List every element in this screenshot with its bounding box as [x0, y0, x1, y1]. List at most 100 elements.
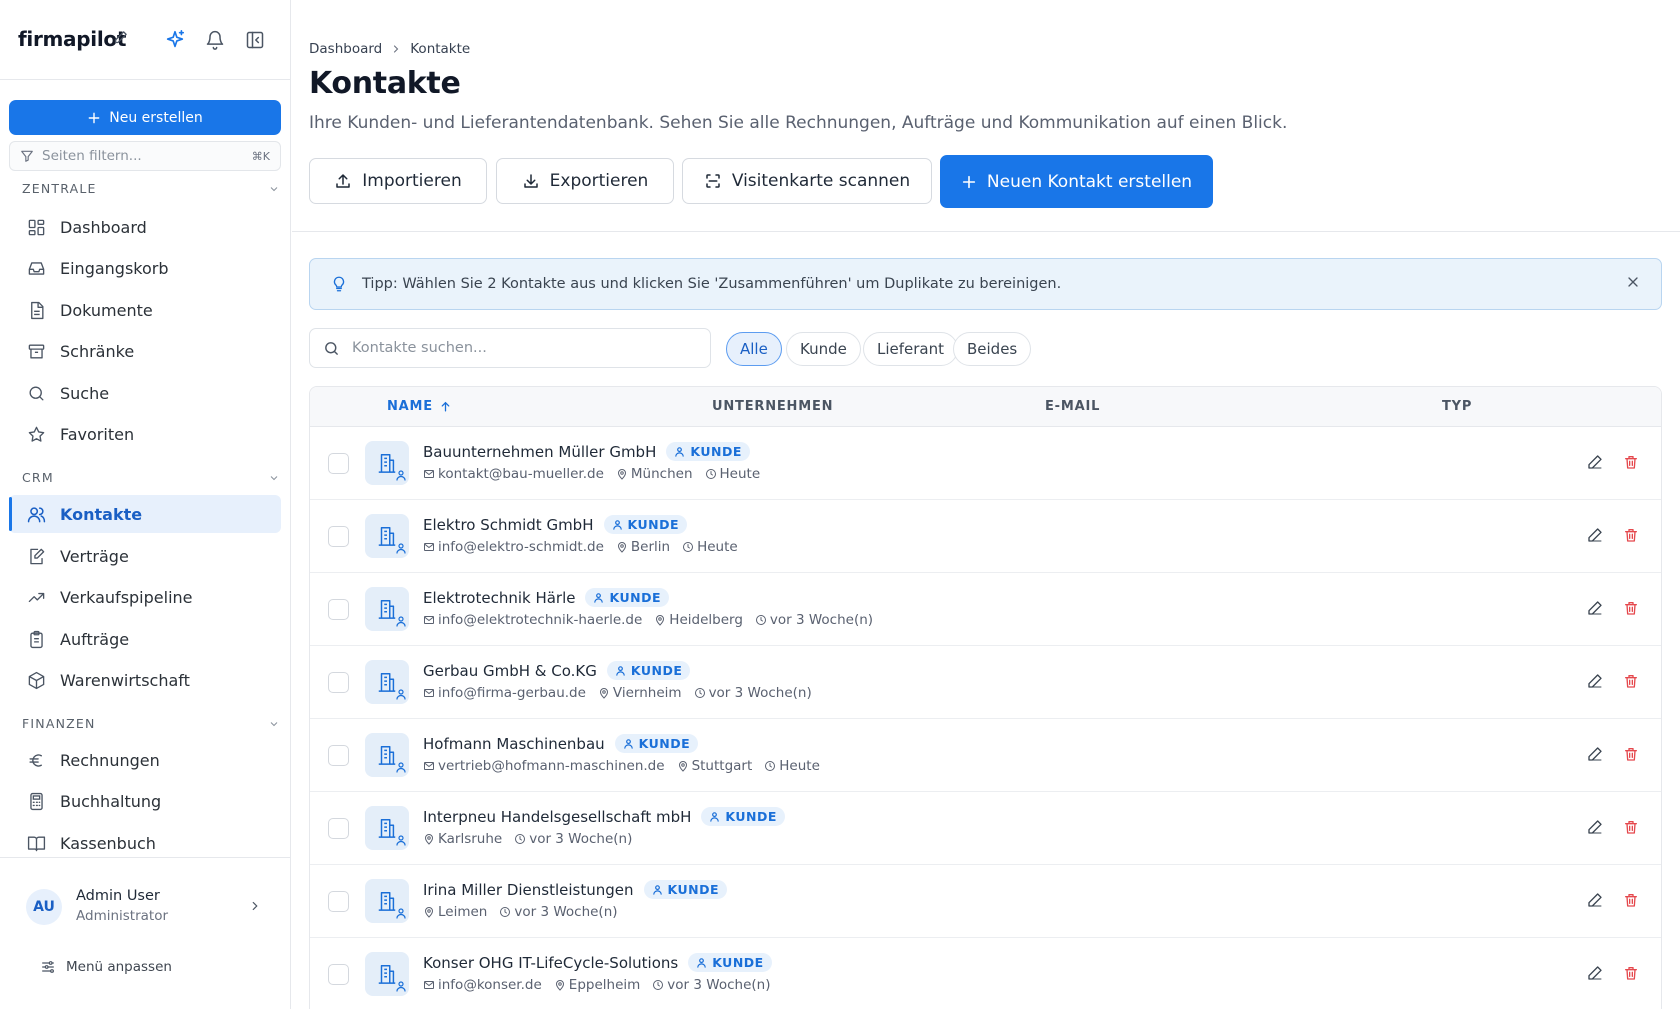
- package-icon: [26, 670, 46, 690]
- sidebar-item-auftraege[interactable]: Aufträge: [9, 620, 281, 658]
- contact-name[interactable]: Bauunternehmen Müller GmbH: [423, 443, 656, 461]
- row-checkbox[interactable]: [328, 526, 349, 547]
- sidebar-item-schraenke[interactable]: Schränke: [9, 332, 281, 370]
- sidebar-item-warenwirtschaft[interactable]: Warenwirtschaft: [9, 661, 281, 699]
- table-row[interactable]: Elektro Schmidt GmbH KUNDE info@elektro-…: [310, 500, 1661, 573]
- filter-chip-alle[interactable]: Alle: [726, 332, 782, 366]
- customize-menu-button[interactable]: Menü anpassen: [40, 959, 172, 975]
- sidebar-item-eingangskorb[interactable]: Eingangskorb: [9, 249, 281, 287]
- contact-search-input[interactable]: [352, 340, 692, 356]
- sidebar-item-rechnungen[interactable]: Rechnungen: [9, 741, 281, 779]
- row-checkbox[interactable]: [328, 964, 349, 985]
- export-button[interactable]: Exportieren: [496, 158, 674, 204]
- row-checkbox[interactable]: [328, 453, 349, 474]
- trash-icon[interactable]: [1623, 746, 1639, 766]
- contact-name[interactable]: Gerbau GmbH & Co.KG: [423, 662, 597, 680]
- scan-card-label: Visitenkarte scannen: [731, 171, 911, 191]
- sidebar-item-kontakte[interactable]: Kontakte: [9, 495, 281, 533]
- row-checkbox[interactable]: [328, 818, 349, 839]
- tip-banner: Tipp: Wählen Sie 2 Kontakte aus und klic…: [309, 258, 1662, 310]
- contact-updated: Heute: [682, 539, 738, 555]
- table-row[interactable]: Irina Miller Dienstleistungen KUNDE Leim…: [310, 865, 1661, 938]
- page-filter-input[interactable]: Seiten filtern... ⌘K: [9, 141, 281, 171]
- edit-icon[interactable]: [1587, 454, 1603, 474]
- edit-icon[interactable]: [1587, 746, 1603, 766]
- create-contact-button[interactable]: Neuen Kontakt erstellen: [940, 155, 1213, 208]
- table-row[interactable]: Konser OHG IT-LifeCycle-Solutions KUNDE …: [310, 938, 1661, 1009]
- user-icon: [395, 612, 407, 631]
- sidebar-item-verkaufspipeline[interactable]: Verkaufspipeline: [9, 578, 281, 616]
- contact-email: info@firma-gerbau.de: [423, 685, 586, 701]
- trash-icon[interactable]: [1623, 819, 1639, 839]
- contact-updated: vor 3 Woche(n): [755, 612, 873, 628]
- trash-icon[interactable]: [1623, 673, 1639, 693]
- column-header-type[interactable]: TYP: [1442, 399, 1472, 414]
- table-row[interactable]: Hofmann Maschinenbau KUNDE vertrieb@hofm…: [310, 719, 1661, 792]
- breadcrumb-dashboard[interactable]: Dashboard: [309, 41, 382, 57]
- sidebar-item-dashboard[interactable]: Dashboard: [9, 208, 281, 246]
- building-icon: [365, 879, 409, 923]
- sidebar-item-dokumente[interactable]: Dokumente: [9, 291, 281, 329]
- column-header-name[interactable]: NAME: [387, 399, 452, 414]
- contact-name[interactable]: Elektro Schmidt GmbH: [423, 516, 594, 534]
- table-row[interactable]: Elektrotechnik Härle KUNDE info@elektrot…: [310, 573, 1661, 646]
- trash-icon[interactable]: [1623, 527, 1639, 547]
- edit-icon[interactable]: [1587, 673, 1603, 693]
- column-header-company[interactable]: UNTERNEHMEN: [712, 399, 833, 414]
- type-badge: KUNDE: [666, 442, 750, 461]
- scan-card-button[interactable]: Visitenkarte scannen: [682, 158, 932, 204]
- brand-logo[interactable]: firmapilot: [18, 27, 126, 51]
- edit-brand-icon[interactable]: [113, 30, 128, 49]
- filter-chip-lieferant[interactable]: Lieferant: [863, 332, 959, 366]
- edit-icon[interactable]: [1587, 965, 1603, 985]
- table-row[interactable]: Bauunternehmen Müller GmbH KUNDE kontakt…: [310, 427, 1661, 500]
- section-zentrale[interactable]: ZENTRALE: [22, 181, 280, 196]
- collapse-sidebar-icon[interactable]: [243, 28, 267, 52]
- row-checkbox[interactable]: [328, 672, 349, 693]
- sidebar-item-buchhaltung[interactable]: Buchhaltung: [9, 782, 281, 820]
- building-icon: [365, 441, 409, 485]
- edit-icon[interactable]: [1587, 527, 1603, 547]
- contact-city-text: Viernheim: [612, 685, 682, 701]
- type-badge-label: KUNDE: [725, 809, 777, 824]
- section-finanzen[interactable]: FINANZEN: [22, 716, 280, 731]
- section-crm-label: CRM: [22, 470, 54, 485]
- row-checkbox[interactable]: [328, 745, 349, 766]
- section-crm[interactable]: CRM: [22, 470, 280, 485]
- chevron-right-icon[interactable]: [248, 898, 262, 917]
- contact-name[interactable]: Hofmann Maschinenbau: [423, 735, 605, 753]
- contact-name[interactable]: Irina Miller Dienstleistungen: [423, 881, 634, 899]
- column-header-email[interactable]: E-MAIL: [1045, 399, 1100, 414]
- trash-icon[interactable]: [1623, 454, 1639, 474]
- table-row[interactable]: Interpneu Handelsgesellschaft mbH KUNDE …: [310, 792, 1661, 865]
- contact-name[interactable]: Interpneu Handelsgesellschaft mbH: [423, 808, 691, 826]
- close-icon[interactable]: [1625, 274, 1641, 294]
- sparkle-icon[interactable]: [163, 28, 187, 52]
- bell-icon[interactable]: [203, 28, 227, 52]
- filter-chip-beides[interactable]: Beides: [953, 332, 1032, 366]
- edit-icon[interactable]: [1587, 600, 1603, 620]
- sidebar-item-favoriten[interactable]: Favoriten: [9, 415, 281, 453]
- trash-icon[interactable]: [1623, 965, 1639, 985]
- filter-chip-kunde[interactable]: Kunde: [786, 332, 861, 366]
- row-checkbox[interactable]: [328, 599, 349, 620]
- table-row[interactable]: Gerbau GmbH & Co.KG KUNDE info@firma-ger…: [310, 646, 1661, 719]
- grid-icon: [26, 217, 46, 237]
- sidebar-item-vertraege[interactable]: Verträge: [9, 537, 281, 575]
- type-badge: KUNDE: [585, 588, 669, 607]
- euro-icon: [26, 750, 46, 770]
- edit-icon[interactable]: [1587, 892, 1603, 912]
- edit-icon[interactable]: [1587, 819, 1603, 839]
- mail-icon: [423, 760, 435, 772]
- contact-email-text: kontakt@bau-mueller.de: [438, 466, 604, 482]
- trash-icon[interactable]: [1623, 600, 1639, 620]
- user-menu[interactable]: AU Admin User Administrator Menü anpasse…: [0, 857, 290, 1009]
- sliders-icon: [42, 961, 54, 973]
- trash-icon[interactable]: [1623, 892, 1639, 912]
- new-create-button[interactable]: Neu erstellen: [9, 100, 281, 135]
- sidebar-item-suche[interactable]: Suche: [9, 374, 281, 412]
- contact-name[interactable]: Elektrotechnik Härle: [423, 589, 575, 607]
- row-checkbox[interactable]: [328, 891, 349, 912]
- import-button[interactable]: Importieren: [309, 158, 487, 204]
- contact-name[interactable]: Konser OHG IT-LifeCycle-Solutions: [423, 954, 678, 972]
